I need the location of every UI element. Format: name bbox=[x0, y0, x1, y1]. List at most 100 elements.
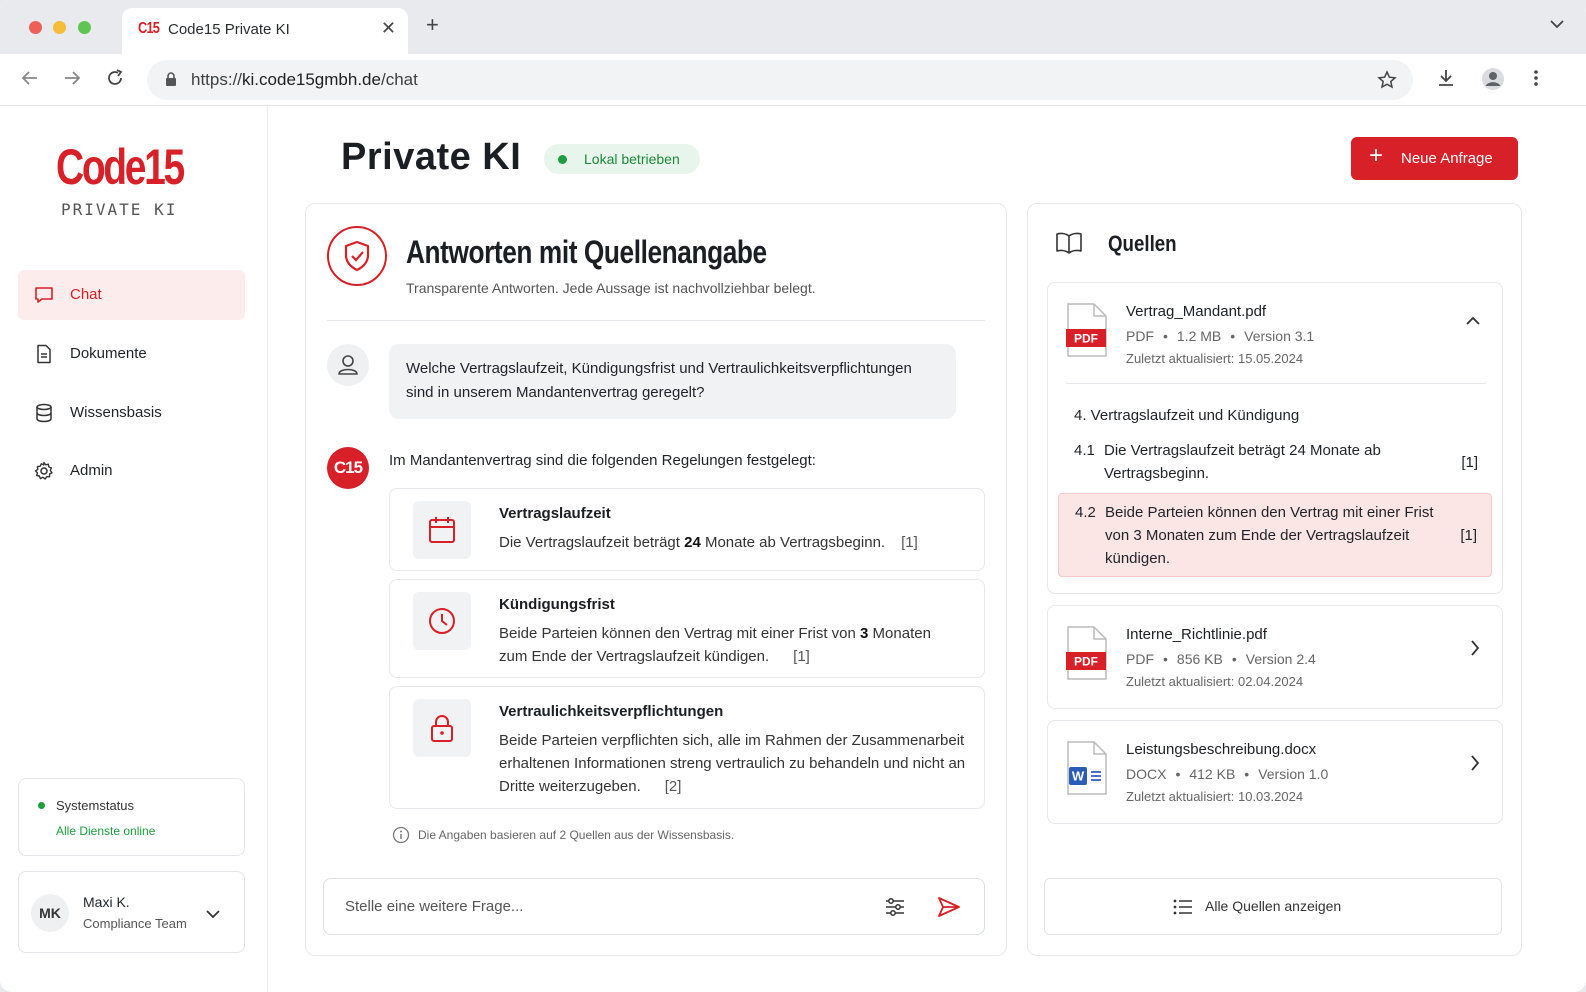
doc-name[interactable]: Leistungsbeschreibung.docx bbox=[1126, 741, 1316, 758]
assistant-avatar: C15 bbox=[327, 447, 369, 489]
close-window-button[interactable] bbox=[29, 21, 42, 34]
reload-icon[interactable] bbox=[105, 68, 125, 93]
item-text: Beide Parteien können den Vertrag mit ei… bbox=[499, 625, 931, 665]
source-doc-leistungsbeschreibung[interactable]: W Leistungsbeschreibung.docx DOCX • 412 KB… bbox=[1047, 720, 1503, 824]
answer-item-kuendigungsfrist: Kündigungsfrist Beide Parteien können de… bbox=[389, 579, 985, 678]
doc-meta: PDF • 1.2 MB • Version 3.1 bbox=[1126, 328, 1315, 344]
status-badge-label: Lokal betrieben bbox=[584, 151, 680, 167]
bookmark-star-icon[interactable] bbox=[1377, 70, 1397, 95]
item-title: Vertragslaufzeit bbox=[499, 505, 611, 522]
divider bbox=[327, 320, 985, 321]
avatar: MK bbox=[31, 894, 69, 932]
forward-icon[interactable] bbox=[62, 68, 82, 93]
sidebar-item-label: Wissensbasis bbox=[70, 404, 162, 421]
doc-meta: DOCX • 412 KB • Version 1.0 bbox=[1126, 766, 1329, 782]
sidebar-item-admin[interactable]: Admin bbox=[18, 446, 245, 496]
user-name: Maxi K. bbox=[83, 894, 130, 910]
tab-bar: C15 Code15 Private KI ✕ + bbox=[0, 0, 1586, 54]
maximize-window-button[interactable] bbox=[78, 21, 91, 34]
pdf-file-icon: PDF bbox=[1066, 626, 1108, 685]
answer-item-vertragslaufzeit: Vertragslaufzeit Die Vertragslaufzeit be… bbox=[389, 488, 985, 571]
tab-list-chevron-icon[interactable] bbox=[1550, 16, 1564, 34]
doc-meta: PDF • 856 KB • Version 2.4 bbox=[1126, 651, 1316, 667]
gear-icon bbox=[34, 461, 54, 486]
svg-text:PDF: PDF bbox=[1074, 332, 1098, 346]
item-title: Kündigungsfrist bbox=[499, 596, 615, 613]
chevron-right-icon[interactable] bbox=[1470, 640, 1480, 661]
chevron-down-icon[interactable] bbox=[206, 906, 220, 924]
doc-name[interactable]: Vertrag_Mandant.pdf bbox=[1126, 303, 1266, 320]
browser-window: C15 Code15 Private KI ✕ + https://ki.cod… bbox=[0, 0, 1586, 992]
sources-panel: Quellen PDF Vertrag_Mandant.pdf PDF • 1.2 … bbox=[1027, 203, 1522, 956]
sources-footnote: Die Angaben basieren auf 2 Quellen aus d… bbox=[418, 828, 735, 842]
source-section-4-1: 4.1 Die Vertragslaufzeit beträgt 24 Mona… bbox=[1074, 442, 1478, 482]
all-sources-button[interactable]: Alle Quellen anzeigen bbox=[1044, 878, 1502, 935]
send-icon[interactable] bbox=[937, 896, 961, 923]
browser-tab[interactable]: C15 Code15 Private KI ✕ bbox=[122, 8, 408, 54]
chevron-right-icon[interactable] bbox=[1470, 755, 1480, 776]
source-section-4-2: 4.2 Beide Parteien können den Vertrag mi… bbox=[1058, 493, 1492, 577]
citation-link[interactable]: [1] bbox=[1460, 524, 1477, 547]
tab-title: Code15 Private KI bbox=[168, 21, 290, 38]
citation-link[interactable]: [2] bbox=[665, 778, 682, 795]
tab-close-icon[interactable]: ✕ bbox=[381, 18, 396, 39]
item-text: Beide Parteien verpflichten sich, alle i… bbox=[499, 732, 966, 795]
profile-icon[interactable] bbox=[1481, 67, 1505, 96]
question-input-placeholder[interactable]: Stelle eine weitere Frage... bbox=[345, 898, 523, 915]
doc-updated: Zuletzt aktualisiert: 02.04.2024 bbox=[1126, 674, 1304, 689]
logo-subtitle: PRIVATE KI bbox=[61, 200, 178, 219]
book-open-icon bbox=[1055, 231, 1083, 260]
status-dot-icon bbox=[38, 802, 45, 809]
item-title: Vertraulichkeitsverpflichtungen bbox=[499, 703, 724, 720]
question-input[interactable]: Stelle eine weitere Frage... bbox=[323, 878, 985, 935]
sidebar-item-chat[interactable]: Chat bbox=[18, 270, 245, 320]
address-bar[interactable]: https://ki.code15gmbh.de/chat bbox=[147, 60, 1413, 100]
download-icon[interactable] bbox=[1436, 68, 1456, 93]
status-badge: Lokal betrieben bbox=[544, 144, 700, 174]
chevron-up-icon[interactable] bbox=[1466, 313, 1480, 331]
doc-name[interactable]: Interne_Richtlinie.pdf bbox=[1126, 626, 1267, 643]
new-tab-icon[interactable]: + bbox=[426, 14, 439, 36]
sidebar-item-label: Dokumente bbox=[70, 345, 147, 362]
citation-link[interactable]: [1] bbox=[1461, 451, 1478, 474]
user-team: Compliance Team bbox=[83, 916, 187, 931]
doc-updated: Zuletzt aktualisiert: 10.03.2024 bbox=[1126, 789, 1304, 804]
minimize-window-button[interactable] bbox=[53, 21, 66, 34]
pdf-file-icon: PDF bbox=[1066, 303, 1108, 362]
answer-panel: Antworten mit Quellenangabe Transparente… bbox=[305, 203, 1007, 956]
section-title: 4. Vertragslaufzeit und Kündigung bbox=[1074, 407, 1300, 424]
item-text: Die Vertragslaufzeit beträgt 24 Monate a… bbox=[499, 534, 918, 551]
panel-subtitle: Transparente Antworten. Jede Aussage ist… bbox=[406, 280, 816, 296]
sidebar: Code15 PRIVATE KI Chat Dokumente Wissens… bbox=[0, 106, 268, 992]
system-status-card: Systemstatus Alle Dienste online bbox=[18, 778, 245, 856]
sidebar-item-label: Admin bbox=[70, 462, 113, 479]
sidebar-item-label: Chat bbox=[70, 286, 102, 303]
new-request-button[interactable]: + Neue Anfrage bbox=[1351, 137, 1518, 180]
url-text[interactable]: https://ki.code15gmbh.de/chat bbox=[191, 70, 418, 90]
sliders-icon[interactable] bbox=[884, 896, 906, 923]
list-icon bbox=[1173, 899, 1193, 920]
back-icon[interactable] bbox=[20, 68, 40, 93]
plus-icon: + bbox=[1369, 142, 1384, 169]
sidebar-item-wissensbasis[interactable]: Wissensbasis bbox=[18, 388, 245, 438]
clock-icon bbox=[413, 592, 471, 650]
page-title: Private KI bbox=[341, 136, 522, 178]
user-question: Welche Vertragslaufzeit, Kündigungsfrist… bbox=[389, 344, 956, 419]
sources-title: Quellen bbox=[1108, 231, 1177, 256]
info-icon bbox=[392, 826, 410, 849]
more-menu-icon[interactable] bbox=[1533, 68, 1539, 93]
doc-updated: Zuletzt aktualisiert: 15.05.2024 bbox=[1126, 351, 1304, 366]
sidebar-item-dokumente[interactable]: Dokumente bbox=[18, 329, 245, 379]
status-dot-icon bbox=[558, 155, 567, 164]
status-title: Systemstatus bbox=[56, 798, 135, 813]
lock-icon bbox=[413, 699, 471, 757]
panel-title: Antworten mit Quellenangabe bbox=[406, 234, 767, 270]
all-sources-label: Alle Quellen anzeigen bbox=[1205, 898, 1342, 914]
citation-link[interactable]: [1] bbox=[901, 534, 918, 551]
shield-check-icon bbox=[327, 226, 387, 286]
citation-link[interactable]: [1] bbox=[793, 648, 810, 665]
database-icon bbox=[34, 403, 54, 428]
source-doc-richtlinie[interactable]: PDF Interne_Richtlinie.pdf PDF • 856 KB • Ve… bbox=[1047, 605, 1503, 709]
user-menu[interactable]: MK Maxi K. Compliance Team bbox=[18, 871, 245, 953]
user-avatar-icon bbox=[327, 344, 369, 386]
